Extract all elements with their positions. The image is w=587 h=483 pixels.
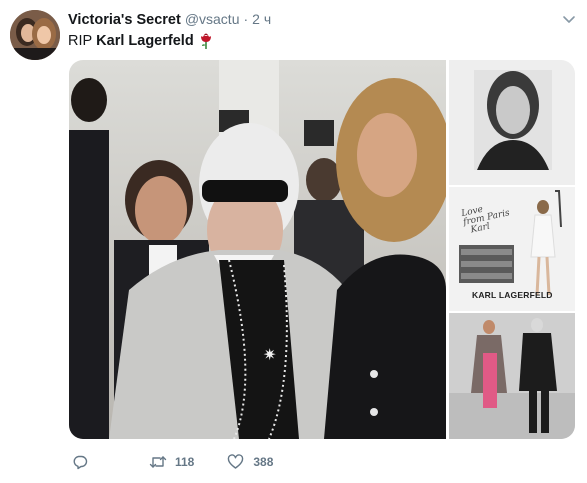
svg-text:✷: ✷ <box>263 347 276 364</box>
chevron-down-icon[interactable] <box>561 11 577 27</box>
heart-icon <box>227 454 244 470</box>
user-handle[interactable]: @vsactu <box>185 11 240 27</box>
retweet-button[interactable]: 118 <box>149 454 194 470</box>
avatar-image <box>10 10 60 60</box>
avatar[interactable] <box>10 10 60 60</box>
tweet-header: Victoria's Secret @vsactu · 2 ч <box>68 11 271 31</box>
display-name[interactable]: Victoria's Secret <box>68 12 181 28</box>
media-grid: ✷ Love from Paris Karl KARL LAGERFELD <box>69 60 575 439</box>
timestamp[interactable]: 2 ч <box>252 11 271 27</box>
tweet-text-name: Karl Lagerfeld <box>96 33 194 49</box>
photo-thumb-portrait[interactable] <box>449 60 575 185</box>
rose-icon <box>199 32 213 50</box>
tweet[interactable]: Victoria's Secret @vsactu · 2 ч RIP Karl… <box>0 0 587 483</box>
tweet-text: RIP Karl Lagerfeld <box>68 32 213 50</box>
tweet-actions: 118 388 <box>72 452 273 472</box>
reply-icon <box>72 454 88 470</box>
separator: · <box>243 11 249 27</box>
tweet-text-prefix: RIP <box>68 33 93 49</box>
like-button[interactable]: 388 <box>227 454 273 470</box>
thumb-brand-text: KARL LAGERFELD <box>472 290 553 300</box>
photo-main[interactable]: ✷ <box>69 60 446 439</box>
reply-button[interactable] <box>72 454 88 470</box>
like-count: 388 <box>253 455 274 469</box>
retweet-icon <box>149 454 167 470</box>
retweet-count: 118 <box>175 455 195 469</box>
photo-thumb-runway[interactable] <box>449 313 575 439</box>
photo-thumb-campaign[interactable]: Love from Paris Karl KARL LAGERFELD <box>449 187 575 311</box>
